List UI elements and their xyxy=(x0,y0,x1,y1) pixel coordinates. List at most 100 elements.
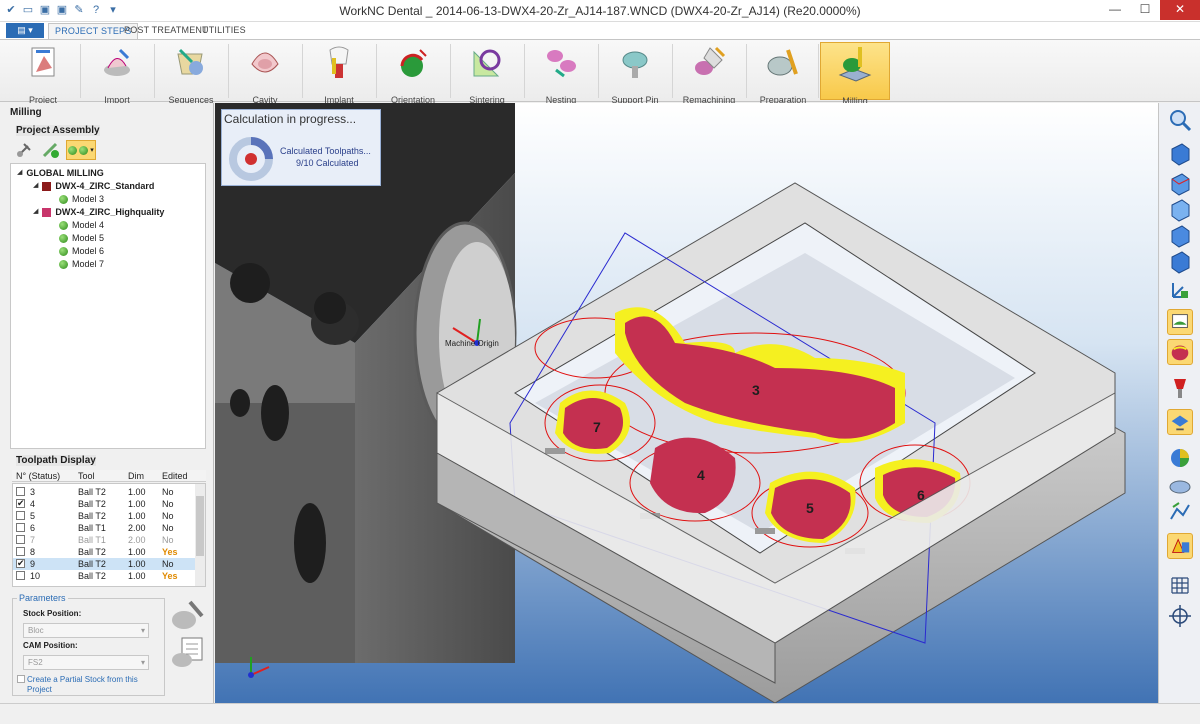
toolpath-checkbox[interactable] xyxy=(16,571,25,580)
path-display-icon[interactable] xyxy=(1167,499,1193,525)
chevron-down-icon: ▾ xyxy=(140,626,145,635)
ribbon-support-pin-button[interactable]: Support Pin xyxy=(600,42,670,105)
partial-stock-checkbox[interactable] xyxy=(17,675,25,683)
shading-mode-icon[interactable] xyxy=(1167,309,1193,335)
axis-view-icon[interactable] xyxy=(1167,277,1193,303)
warning-icon[interactable] xyxy=(1167,533,1193,559)
toolpath-number: 7 xyxy=(30,535,36,545)
grid-scrollbar[interactable] xyxy=(195,484,205,586)
tool-settings-icon[interactable] xyxy=(14,140,36,160)
close-button[interactable]: ✕ xyxy=(1160,0,1200,20)
minimize-button[interactable]: — xyxy=(1100,0,1130,20)
models-dropdown-button[interactable]: ▾ xyxy=(66,140,96,160)
parameters-group: Parameters Stock Position: Bloc ▾ CAM Po… xyxy=(12,593,165,696)
tree-model-5[interactable]: Model 5 xyxy=(59,232,104,244)
tree-model-4[interactable]: Model 4 xyxy=(59,219,104,231)
toolpath-row[interactable]: 6 Ball T1 2.00 No xyxy=(13,522,196,534)
col-tool-header[interactable]: Tool xyxy=(78,471,95,481)
ribbon-nesting-button[interactable]: Nesting xyxy=(526,42,596,105)
ribbon-sequences-button[interactable]: Sequences xyxy=(156,42,226,105)
toolpath-checkbox[interactable] xyxy=(16,523,25,532)
ribbon-tabs: ▤ ▾ PROJECT STEPS POST TREATMENT UTILITI… xyxy=(0,22,1200,39)
toolpath-row[interactable]: 7 Ball T1 2.00 No xyxy=(13,534,196,546)
section-view-icon[interactable] xyxy=(1167,409,1193,435)
project-assembly-title: Project Assembly xyxy=(16,125,100,136)
ribbon-cavity-button[interactable]: Cavity xyxy=(230,42,300,105)
pie-view-icon[interactable] xyxy=(1167,445,1193,471)
grid-scrollbar-thumb[interactable] xyxy=(196,496,204,556)
ribbon-preparation-button[interactable]: Preparation xyxy=(748,42,818,105)
cam-position-select[interactable]: FS2 ▾ xyxy=(23,655,149,670)
view-front-icon[interactable] xyxy=(1167,141,1193,167)
tool-icon[interactable] xyxy=(40,140,62,160)
toolpath-row[interactable]: 8 Ball T2 1.00 Yes xyxy=(13,546,196,558)
stock-position-select[interactable]: Bloc ▾ xyxy=(23,623,149,638)
col-dim-header[interactable]: Dim xyxy=(128,471,144,481)
tree-root[interactable]: ◢ GLOBAL MILLING xyxy=(17,167,104,179)
toolpath-row[interactable]: ✔ 4 Ball T2 1.00 No xyxy=(13,498,196,510)
cam-icon[interactable] xyxy=(170,636,206,670)
toolpath-checkbox[interactable] xyxy=(16,487,25,496)
sintering-icon xyxy=(473,49,501,77)
ribbon-project-button[interactable]: Project xyxy=(8,42,78,105)
toolpath-edited: No xyxy=(162,499,174,509)
chevron-down-icon: ▾ xyxy=(140,658,145,667)
model-5-label: 5 xyxy=(806,500,814,516)
calc-title: Calculation in progress... xyxy=(224,112,357,126)
3d-viewport[interactable]: Machine Origin 3 4 5 6 7 Calculation in … xyxy=(215,103,1158,703)
toolpath-checkbox[interactable] xyxy=(16,535,25,544)
toolpath-tool: Ball T2 xyxy=(78,571,106,581)
app-menu-button[interactable]: ▤ ▾ xyxy=(6,23,44,38)
ribbon-remachining-button[interactable]: Remachining xyxy=(674,42,744,105)
zoom-fit-icon[interactable] xyxy=(1167,107,1193,133)
tree-group-label: DWX-4_ZIRC_Standard xyxy=(55,181,155,191)
view-top-icon[interactable] xyxy=(1167,197,1193,223)
toolpath-checkbox[interactable] xyxy=(16,547,25,556)
support-pin xyxy=(755,528,775,534)
ribbon-sintering-button[interactable]: Sintering xyxy=(452,42,522,105)
panel-title: Milling xyxy=(10,107,42,118)
stock-icon[interactable] xyxy=(170,598,206,632)
scene-canvas[interactable] xyxy=(215,103,1158,703)
tree-model-3[interactable]: Model 3 xyxy=(59,193,104,205)
expand-icon[interactable]: ◢ xyxy=(33,180,38,192)
expand-icon[interactable]: ◢ xyxy=(17,167,22,179)
crosshair-icon[interactable] xyxy=(1167,603,1193,629)
model-icon xyxy=(59,220,68,230)
col-number-header[interactable]: N° (Status) xyxy=(16,471,60,481)
view-iso-icon[interactable] xyxy=(1167,171,1193,197)
stock-display-icon[interactable] xyxy=(1167,339,1193,365)
col-edited-header[interactable]: Edited xyxy=(162,471,188,481)
toolpath-row[interactable]: ✔ 9 Ball T2 1.00 No xyxy=(13,558,196,570)
ribbon-import-button[interactable]: Import xyxy=(82,42,152,105)
toolpath-row[interactable]: 5 Ball T2 1.00 No xyxy=(13,510,196,522)
maximize-button[interactable]: ☐ xyxy=(1130,0,1160,20)
view-toolbar xyxy=(1158,103,1200,703)
toolpath-row[interactable]: 10 Ball T2 1.00 Yes xyxy=(13,570,196,582)
tree-group-highquality[interactable]: ◢ DWX-4_ZIRC_Highquality xyxy=(33,206,164,218)
view-side-icon[interactable] xyxy=(1167,223,1193,249)
toolpath-checkbox[interactable] xyxy=(16,511,25,520)
disk-view-icon[interactable] xyxy=(1167,473,1193,499)
grid-icon[interactable] xyxy=(1167,573,1193,599)
tree-group-standard[interactable]: ◢ DWX-4_ZIRC_Standard xyxy=(33,180,154,192)
toolpath-row[interactable]: 3 Ball T2 1.00 No xyxy=(13,486,196,498)
tree-model-6[interactable]: Model 6 xyxy=(59,245,104,257)
machine-hole xyxy=(230,263,270,303)
tab-utilities[interactable]: UTILITIES xyxy=(196,23,252,39)
model-3-label: 3 xyxy=(752,382,760,398)
ribbon-milling-button[interactable]: Milling xyxy=(820,42,890,106)
ribbon-orientation-button[interactable]: Orientation xyxy=(378,42,448,105)
toolpath-checkbox[interactable]: ✔ xyxy=(16,559,25,568)
model-icon xyxy=(59,246,68,256)
view-bottom-icon[interactable] xyxy=(1167,249,1193,275)
expand-icon[interactable]: ◢ xyxy=(33,206,38,218)
toolpath-tool: Ball T2 xyxy=(78,499,106,509)
model-icon xyxy=(68,145,78,155)
tool-display-icon[interactable] xyxy=(1167,375,1193,401)
tree-model-label: Model 7 xyxy=(72,259,105,269)
ribbon-implant-button[interactable]: Implant xyxy=(304,42,374,105)
toolpath-checkbox[interactable]: ✔ xyxy=(16,499,25,508)
toolpath-dim: 1.00 xyxy=(128,571,146,581)
tree-model-7[interactable]: Model 7 xyxy=(59,258,104,270)
